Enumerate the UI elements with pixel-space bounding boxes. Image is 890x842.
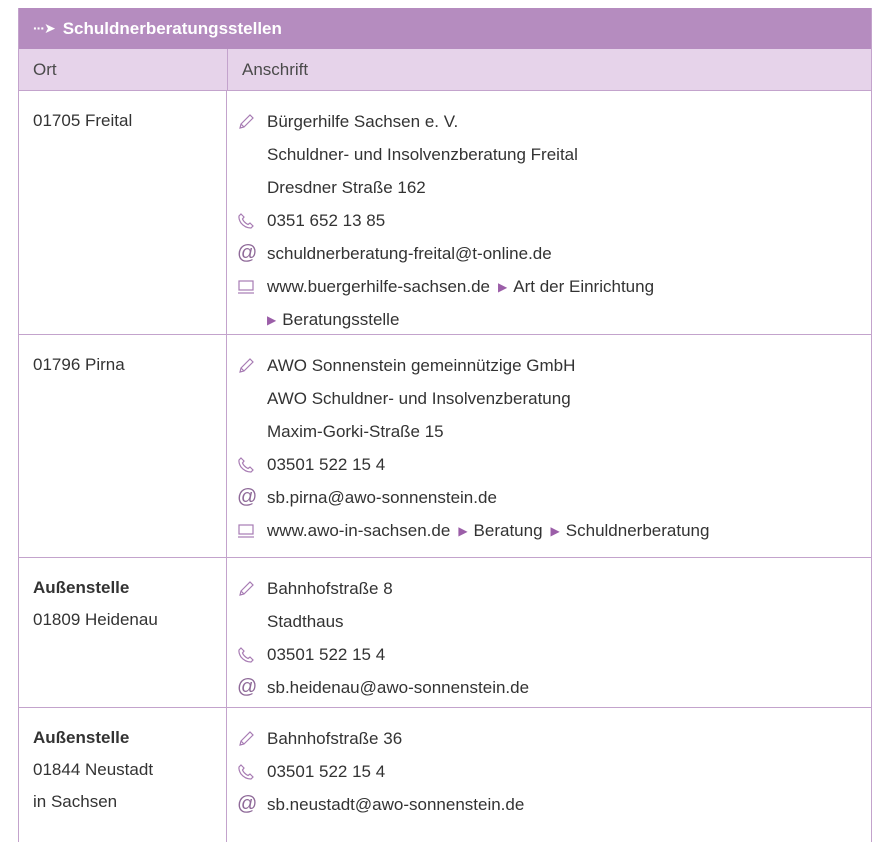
ort-prefix: Außenstelle [33,728,130,747]
phone-number[interactable]: 0351 652 13 85 [267,211,385,231]
anschrift-cell: AWO Sonnenstein gemeinnützige GmbH AWO S… [227,335,871,557]
triangle-right-icon: ▶ [267,312,277,327]
web-path[interactable]: Beratung [474,521,543,541]
header-anschrift: Anschrift [242,59,309,79]
web-path[interactable]: Beratungsstelle [282,310,399,330]
org-name: Bürgerhilfe Sachsen e. V. [267,111,459,131]
pencil-icon [237,580,267,598]
monitor-icon [237,279,267,295]
table-title: Schuldnerberatungsstellen [62,18,282,38]
web-link[interactable]: www.awo-in-sachsen.de [267,521,450,541]
pencil-icon [237,730,267,748]
web-link[interactable]: www.buergerhilfe-sachsen.de [267,277,490,297]
header-ort: Ort [19,49,228,90]
email-link[interactable]: sb.pirna@awo-sonnenstein.de [267,488,497,508]
table-row: 01796 Pirna AWO Sonnenstein gemeinnützig… [19,334,871,557]
ort-cell: 01796 Pirna [19,335,227,557]
table-title-bar: ···➤ Schuldnerberatungsstellen [19,8,871,49]
ort-name: 01705 Freital [33,111,133,130]
monitor-icon [237,523,267,539]
address-line: Schuldner- und Insolvenzberatung Freital [267,144,578,164]
address-line: Maxim-Gorki-Straße 15 [267,421,444,441]
triangle-right-icon: ▶ [550,523,560,538]
web-path[interactable]: Art der Einrichtung [513,277,654,297]
anschrift-cell: Bahnhofstraße 36 03501 522 15 4 @ sb.neus… [227,708,871,842]
phone-number[interactable]: 03501 522 15 4 [267,645,385,665]
ort-extra: in Sachsen [33,792,118,811]
pencil-icon [237,113,267,131]
pencil-icon [237,357,267,375]
at-sign-icon: @ [237,242,258,264]
triangle-right-icon: ▶ [458,523,468,538]
phone-icon [237,456,267,474]
at-sign-icon: @ [237,793,258,815]
at-sign-icon: @ [237,486,258,508]
table-row: 01705 Freital Bürgerhilfe Sachsen e. V. … [19,90,871,334]
phone-icon [237,646,267,664]
ort-cell: 01705 Freital [19,91,227,334]
phone-icon [237,763,267,781]
address-line: Dresdner Straße 162 [267,177,426,197]
web-path[interactable]: Schuldnerberatung [566,521,710,541]
phone-number[interactable]: 03501 522 15 4 [267,762,385,782]
email-link[interactable]: sb.neustadt@awo-sonnenstein.de [267,795,524,815]
ort-prefix: Außenstelle [33,578,130,597]
email-link[interactable]: schuldnerberatung-freital@t-online.de [267,244,552,264]
dotted-arrow-icon: ···➤ [33,20,56,36]
table-row: Außenstelle 01809 Heidenau Bahnhofstraße… [19,557,871,707]
triangle-right-icon: ▶ [498,279,508,294]
org-name: AWO Sonnenstein gemeinnützige GmbH [267,355,576,375]
address-line: Stadthaus [267,611,344,631]
street-address: Bahnhofstraße 8 [267,578,393,598]
counseling-table: ···➤ Schuldnerberatungsstellen Ort Ansch… [18,8,872,842]
table-row: Außenstelle 01844 Neustadt in Sachsen Ba… [19,707,871,842]
ort-cell: Außenstelle 01809 Heidenau [19,558,227,707]
table-header-row: Ort Anschrift [19,49,871,90]
at-sign-icon: @ [237,676,258,698]
phone-number[interactable]: 03501 522 15 4 [267,455,385,475]
ort-name: 01809 Heidenau [33,610,158,629]
ort-cell: Außenstelle 01844 Neustadt in Sachsen [19,708,227,842]
anschrift-cell: Bahnhofstraße 8 Stadthaus 03501 522 15 4… [227,558,871,707]
phone-icon [237,212,267,230]
address-line: AWO Schuldner- und Insolvenzberatung [267,388,571,408]
anschrift-cell: Bürgerhilfe Sachsen e. V. Schuldner- und… [227,91,871,334]
ort-name: 01796 Pirna [33,355,125,374]
email-link[interactable]: sb.heidenau@awo-sonnenstein.de [267,678,529,698]
street-address: Bahnhofstraße 36 [267,728,403,748]
ort-name: 01844 Neustadt [33,760,154,779]
